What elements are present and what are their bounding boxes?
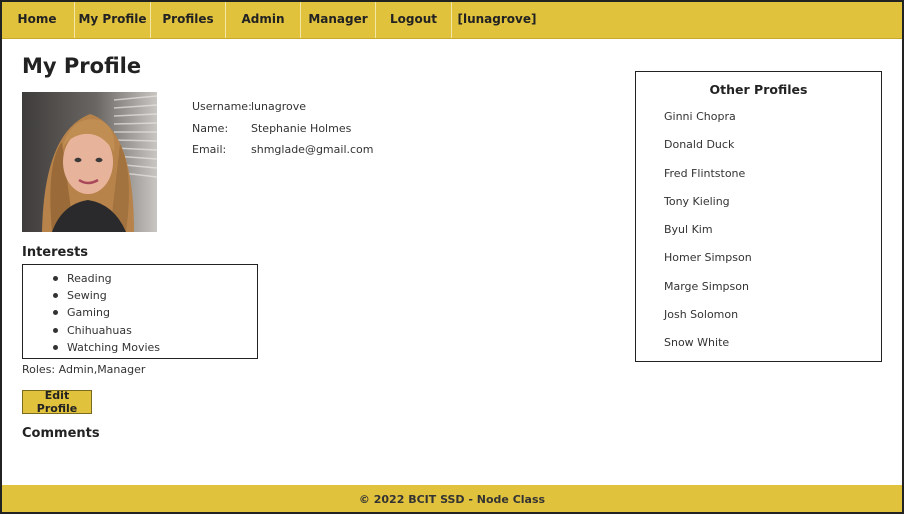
nav-manager[interactable]: Manager bbox=[301, 0, 376, 38]
interests-heading: Interests bbox=[22, 245, 89, 260]
list-item: Reading bbox=[53, 270, 257, 287]
list-item: Chihuahuas bbox=[53, 322, 257, 339]
username-value: lunagrove bbox=[251, 100, 307, 114]
top-navbar: Home My Profile Profiles Admin Manager L… bbox=[0, 0, 904, 39]
profile-link[interactable]: Ginni Chopra bbox=[664, 110, 881, 138]
list-item: Watching Movies bbox=[53, 339, 257, 356]
nav-my-profile[interactable]: My Profile bbox=[75, 0, 151, 38]
profile-link[interactable]: Tony Kieling bbox=[664, 195, 881, 223]
edit-profile-button[interactable]: Edit Profile bbox=[22, 389, 92, 415]
profile-link[interactable]: Homer Simpson bbox=[664, 251, 881, 279]
interests-list-box: Reading Sewing Gaming Chihuahuas Watchin… bbox=[22, 264, 258, 359]
email-value: shmglade@gmail.com bbox=[251, 143, 374, 157]
footer-text: © 2022 BCIT SSD - Node Class bbox=[358, 493, 546, 506]
nav-current-user[interactable]: [lunagrove] bbox=[452, 0, 542, 38]
comments-heading: Comments bbox=[22, 426, 100, 441]
email-label: Email: bbox=[192, 143, 227, 157]
list-item: Sewing bbox=[53, 287, 257, 304]
profile-photo bbox=[22, 92, 157, 232]
username-row: Username: lunagrove bbox=[192, 96, 374, 118]
nav-logout[interactable]: Logout bbox=[376, 0, 452, 38]
name-value: Stephanie Holmes bbox=[251, 121, 352, 135]
other-profiles-list: Ginni Chopra Donald Duck Fred Flintstone… bbox=[636, 110, 881, 365]
list-item: Gaming bbox=[53, 304, 257, 321]
profile-link[interactable]: Donald Duck bbox=[664, 138, 881, 166]
name-label: Name: bbox=[192, 121, 229, 135]
other-profiles-title: Other Profiles bbox=[709, 82, 808, 97]
nav-profiles[interactable]: Profiles bbox=[151, 0, 226, 38]
bullet-icon bbox=[53, 327, 58, 333]
profile-link[interactable]: Marge Simpson bbox=[664, 280, 881, 308]
bullet-icon bbox=[53, 276, 58, 282]
profile-link[interactable]: Snow White bbox=[664, 336, 881, 364]
roles-value: Admin,Manager bbox=[58, 363, 146, 376]
roles-text: Roles: Admin,Manager bbox=[22, 363, 145, 376]
other-profiles-panel: Other Profiles Ginni Chopra Donald Duck … bbox=[635, 71, 882, 362]
profile-link[interactable]: Josh Solomon bbox=[664, 308, 881, 336]
username-label: Username: bbox=[192, 100, 252, 114]
nav-home[interactable]: Home bbox=[0, 0, 75, 38]
nav-admin[interactable]: Admin bbox=[226, 0, 301, 38]
page-title: My Profile bbox=[22, 54, 142, 78]
interests-list: Reading Sewing Gaming Chihuahuas Watchin… bbox=[23, 270, 257, 356]
avatar bbox=[22, 92, 157, 232]
email-row: Email: shmglade@gmail.com bbox=[192, 139, 374, 161]
bullet-icon bbox=[53, 344, 58, 350]
profile-link[interactable]: Byul Kim bbox=[664, 223, 881, 251]
user-info: Username: lunagrove Name: Stephanie Holm… bbox=[192, 96, 374, 161]
roles-label: Roles: bbox=[22, 363, 59, 376]
footer: © 2022 BCIT SSD - Node Class bbox=[0, 485, 904, 514]
name-row: Name: Stephanie Holmes bbox=[192, 118, 374, 140]
profile-link[interactable]: Fred Flintstone bbox=[664, 167, 881, 195]
bullet-icon bbox=[53, 293, 58, 299]
bullet-icon bbox=[53, 310, 58, 316]
